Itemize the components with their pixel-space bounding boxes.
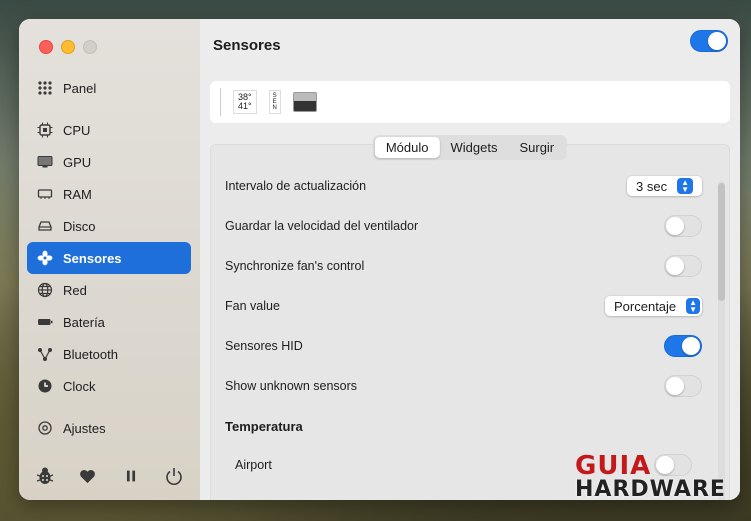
gear-icon [27,420,63,436]
tab-widgets[interactable]: Widgets [439,137,508,158]
minimize-button[interactable] [61,40,75,54]
module-enable-toggle[interactable] [690,30,728,52]
sidebar-item-red[interactable]: Red [27,274,191,306]
heart-icon[interactable] [76,464,100,488]
setting-fan-value: Fan value Porcentaje ▲ ▼ [225,294,702,318]
sidebar-item-sensores[interactable]: Sensores [27,242,191,274]
widget-fan-label: S E N [272,93,277,111]
sidebar-item-label: GPU [63,154,92,170]
widget-preview-strip: 38° 41° S E N [210,81,730,123]
cpu-icon [27,122,63,138]
sidebar-item-ajustes[interactable]: Ajustes [27,412,191,444]
setting-label: Airport [235,458,272,472]
save-fan-speed-toggle[interactable] [664,215,702,237]
sidebar-item-label: RAM [63,186,92,202]
grid-icon [27,80,63,96]
sidebar-item-bluetooth[interactable]: Bluetooth [27,338,191,370]
sidebar-item-label: Panel [63,80,97,96]
sidebar-bottom-bar [19,464,200,488]
tab-surgir[interactable]: Surgir [508,137,565,158]
setting-sync-fan: Synchronize fan's control [225,254,702,278]
fan-widget[interactable]: S E N [268,90,281,114]
sidebar-item-label: Sensores [63,250,122,266]
setting-unknown-sensors: Show unknown sensors [225,374,702,398]
sidebar-item-label: Disco [63,218,96,234]
sidebar-item-label: Clock [63,378,96,394]
tab-bar: Módulo Widgets Surgir [372,135,568,160]
bluetooth-icon [27,346,63,362]
setting-label: Guardar la velocidad del ventilador [225,219,419,233]
section-title-temperatura: Temperatura [225,419,303,434]
fan-icon [27,250,63,266]
window-controls [39,40,97,54]
setting-update-interval: Intervalo de actualización 3 sec ▲ ▼ [225,174,702,198]
setting-label: Intervalo de actualización [225,179,367,193]
chevron-updown-icon: ▲ ▼ [686,298,700,314]
sidebar-item-cpu[interactable]: CPU [27,114,191,146]
memory-icon [27,186,63,202]
zoom-button[interactable] [83,40,97,54]
hid-sensors-toggle[interactable] [664,335,702,357]
disk-icon [27,218,63,234]
unknown-sensors-toggle[interactable] [664,375,702,397]
update-interval-select[interactable]: 3 sec ▲ ▼ [627,176,702,196]
sidebar-item-panel[interactable]: Panel [27,72,191,104]
main-content: Sensores 38° 41° S E N Módulo Widgets Su… [200,19,740,500]
scrollbar[interactable] [718,181,725,500]
sidebar: Panel CPU GPU RAM Disco Sensores Red Bat… [19,19,201,500]
bar-chart-widget[interactable] [292,92,317,112]
watermark-logo: GUIA HARDWARE [575,451,726,502]
sidebar-item-disco[interactable]: Disco [27,210,191,242]
setting-hid-sensors: Sensores HID [225,334,702,358]
clock-icon [27,378,63,394]
battery-icon [27,314,63,330]
sidebar-item-label: Red [63,282,87,298]
sidebar-item-clock[interactable]: Clock [27,370,191,402]
sidebar-item-label: Bluetooth [63,346,118,362]
watermark-line1: GUIA [575,451,652,481]
sidebar-item-ram[interactable]: RAM [27,178,191,210]
power-icon[interactable] [162,464,186,488]
globe-icon [27,282,63,298]
setting-label: Sensores HID [225,339,303,353]
display-icon [27,154,63,170]
fan-value-select[interactable]: Porcentaje ▲ ▼ [605,296,702,316]
setting-label: Synchronize fan's control [225,259,365,273]
temperature-widget[interactable]: 38° 41° [233,90,257,114]
widget-temp-bottom: 41° [238,101,252,111]
sidebar-item-label: Ajustes [63,420,106,436]
setting-label: Fan value [225,299,280,313]
sidebar-item-label: Batería [63,314,105,330]
setting-label: Show unknown sensors [225,379,358,393]
select-value: 3 sec [636,178,668,194]
select-value: Porcentaje [614,298,677,314]
sidebar-item-bateria[interactable]: Batería [27,306,191,338]
sidebar-item-label: CPU [63,122,91,138]
divider [220,88,221,116]
tab-modulo[interactable]: Módulo [374,137,440,158]
watermark-line2: HARDWARE [575,477,726,502]
pause-icon[interactable] [119,464,143,488]
app-window: Panel CPU GPU RAM Disco Sensores Red Bat… [19,19,740,500]
sync-fan-toggle[interactable] [664,255,702,277]
sidebar-item-gpu[interactable]: GPU [27,146,191,178]
setting-save-fan-speed: Guardar la velocidad del ventilador [225,214,702,238]
scrollbar-thumb[interactable] [718,183,725,301]
page-title: Sensores [213,37,281,54]
bug-icon[interactable] [33,464,57,488]
chevron-updown-icon: ▲ ▼ [677,178,694,194]
close-button[interactable] [39,40,53,54]
